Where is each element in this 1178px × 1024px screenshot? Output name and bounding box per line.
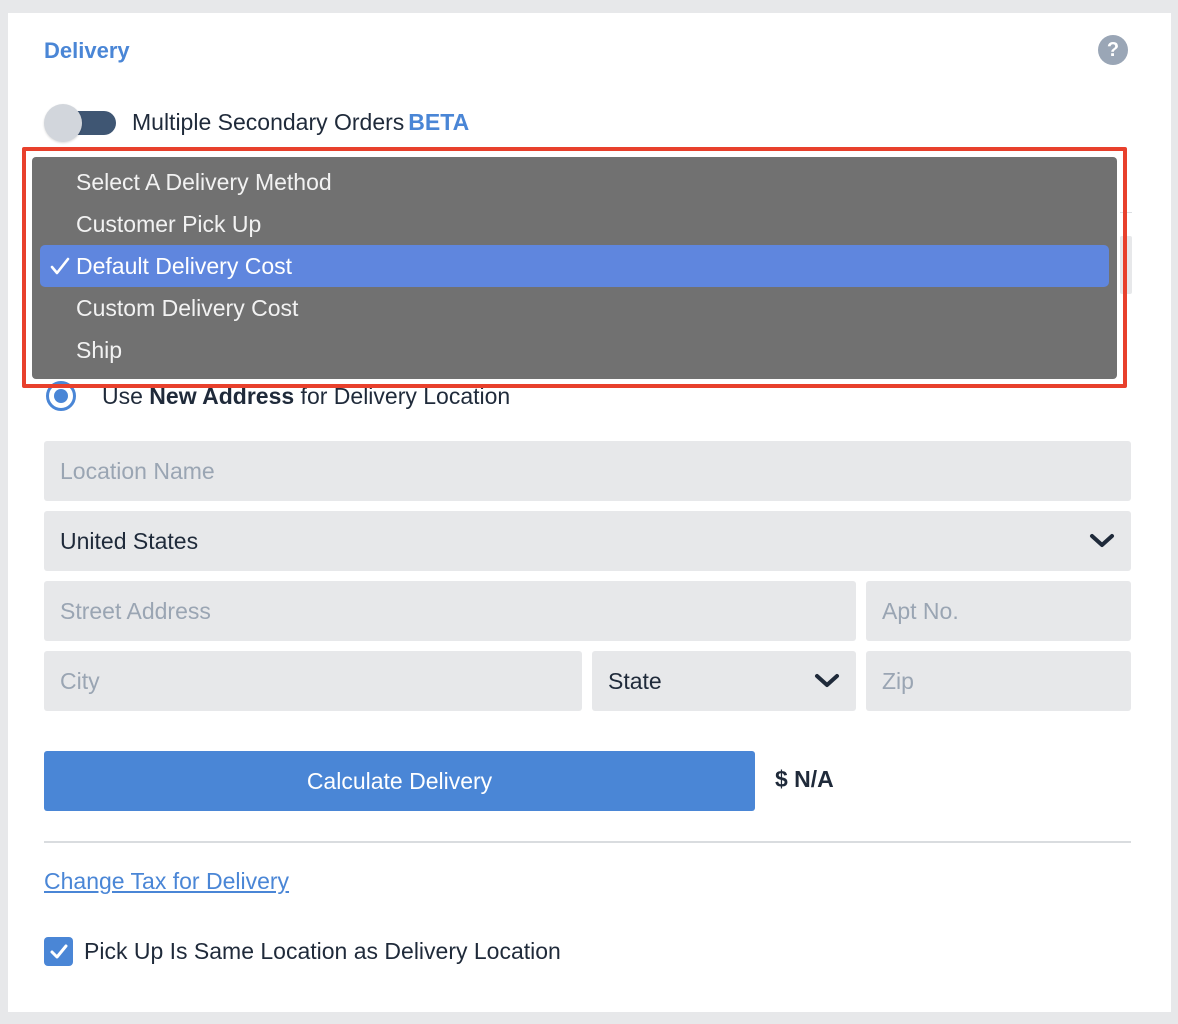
pickup-same-location-checkbox[interactable] bbox=[44, 937, 73, 966]
country-select[interactable]: United States bbox=[44, 511, 1131, 571]
street-address-input[interactable] bbox=[44, 581, 856, 641]
state-value: State bbox=[608, 667, 662, 694]
state-select[interactable]: State bbox=[592, 651, 856, 711]
multiple-orders-toggle[interactable] bbox=[44, 104, 116, 142]
zip-input[interactable] bbox=[866, 651, 1131, 711]
checkmark-icon bbox=[50, 944, 67, 958]
change-tax-link[interactable]: Change Tax for Delivery bbox=[44, 868, 289, 895]
beta-badge: BETA bbox=[408, 108, 470, 135]
radio-dot bbox=[54, 389, 68, 403]
location-name-input[interactable] bbox=[44, 441, 1131, 501]
chevron-down-icon bbox=[1090, 534, 1114, 547]
apt-no-input[interactable] bbox=[866, 581, 1131, 641]
city-input[interactable] bbox=[44, 651, 582, 711]
country-value: United States bbox=[60, 527, 199, 554]
toggle-label: Multiple Secondary Orders BETA bbox=[132, 109, 469, 136]
toggle-knob bbox=[44, 104, 82, 142]
highlight-outline bbox=[22, 147, 1127, 388]
pickup-same-location-label: Pick Up Is Same Location as Delivery Loc… bbox=[84, 938, 561, 964]
delivery-price: $ N/A bbox=[775, 766, 834, 792]
multiple-orders-toggle-row: Multiple Secondary Orders BETA bbox=[44, 102, 469, 142]
divider bbox=[44, 841, 1131, 843]
chevron-down-icon bbox=[815, 674, 839, 687]
pickup-same-location-row[interactable]: Pick Up Is Same Location as Delivery Loc… bbox=[44, 937, 561, 966]
toggle-label-text: Multiple Secondary Orders bbox=[132, 108, 405, 135]
section-title: Delivery bbox=[44, 38, 130, 63]
help-icon[interactable]: ? bbox=[1098, 35, 1128, 65]
calculate-delivery-button[interactable]: Calculate Delivery bbox=[44, 751, 755, 811]
